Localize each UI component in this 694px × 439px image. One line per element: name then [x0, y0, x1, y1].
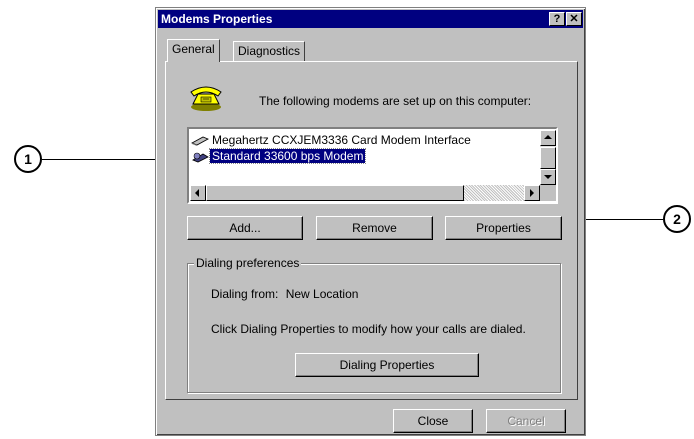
add-button-label: Add... — [229, 221, 261, 235]
scroll-down-button[interactable] — [540, 169, 556, 185]
modems-properties-dialog: Modems Properties ? ✕ General Diagnostic… — [155, 7, 586, 436]
close-button-label: Close — [417, 414, 449, 428]
dialing-description: Click Dialing Properties to modify how y… — [211, 322, 526, 336]
close-icon: ✕ — [569, 13, 579, 25]
scrollbar-corner — [540, 185, 556, 201]
callout-1-number: 1 — [24, 151, 32, 167]
tab-general[interactable]: General — [167, 39, 220, 62]
dialing-preferences-label: Dialing preferences — [194, 256, 302, 270]
cancel-button[interactable]: Cancel — [486, 409, 566, 433]
close-button[interactable]: Close — [393, 409, 473, 433]
callout-2: 2 — [663, 205, 691, 233]
tab-diagnostics[interactable]: Diagnostics — [233, 41, 306, 61]
modem-label-selected: Standard 33600 bps Modem — [208, 148, 367, 164]
title-bar[interactable]: Modems Properties — [158, 10, 583, 28]
properties-button[interactable]: Properties — [445, 216, 562, 240]
arrow-up-icon — [544, 135, 552, 139]
modem-icon — [191, 136, 209, 146]
cancel-button-label: Cancel — [507, 414, 545, 428]
dialing-from-value: New Location — [285, 287, 359, 301]
arrow-down-icon — [544, 175, 552, 179]
dialing-from-label: Dialing from: — [211, 287, 279, 301]
scroll-left-button[interactable] — [190, 185, 206, 201]
list-vertical-scrollbar[interactable] — [540, 130, 556, 185]
modems-info-text: The following modems are set up on this … — [259, 94, 532, 108]
list-horizontal-scrollbar[interactable] — [190, 185, 540, 201]
scroll-up-button[interactable] — [540, 130, 556, 146]
add-button[interactable]: Add... — [187, 216, 303, 240]
dialing-from-row: Dialing from: New Location — [211, 287, 358, 301]
tab-diagnostics-label: Diagnostics — [238, 44, 301, 58]
dialing-properties-button-label: Dialing Properties — [339, 358, 435, 372]
scroll-h-thumb[interactable] — [206, 185, 464, 201]
dialing-properties-button[interactable]: Dialing Properties — [295, 353, 479, 377]
arrow-left-icon — [195, 189, 199, 197]
callout-2-number: 2 — [673, 211, 681, 227]
tab-general-label: General — [172, 42, 215, 56]
window-title: Modems Properties — [161, 12, 273, 26]
arrow-right-icon — [530, 189, 534, 197]
modem-label: Megahertz CCXJEM3336 Card Modem Interfac… — [212, 133, 471, 147]
help-button[interactable]: ? — [549, 12, 565, 26]
remove-button[interactable]: Remove — [316, 216, 433, 240]
close-window-button[interactable]: ✕ — [566, 12, 582, 26]
phone-icon — [190, 86, 222, 111]
general-tab-panel: The following modems are set up on this … — [165, 61, 578, 400]
remove-button-label: Remove — [352, 221, 397, 235]
modem-list[interactable]: Megahertz CCXJEM3336 Card Modem Interfac… — [187, 127, 558, 204]
properties-button-label: Properties — [476, 221, 531, 235]
modem-icon — [192, 152, 209, 163]
dialing-preferences-group: Dialing preferences Dialing from: New Lo… — [187, 256, 561, 393]
scroll-thumb[interactable] — [540, 147, 556, 169]
modem-list-item-megahertz[interactable]: Megahertz CCXJEM3336 Card Modem Interfac… — [189, 132, 556, 148]
help-icon: ? — [553, 13, 561, 25]
scroll-right-button[interactable] — [524, 185, 540, 201]
modem-list-item-standard[interactable]: Standard 33600 bps Modem — [189, 148, 556, 164]
callout-1: 1 — [14, 145, 42, 173]
